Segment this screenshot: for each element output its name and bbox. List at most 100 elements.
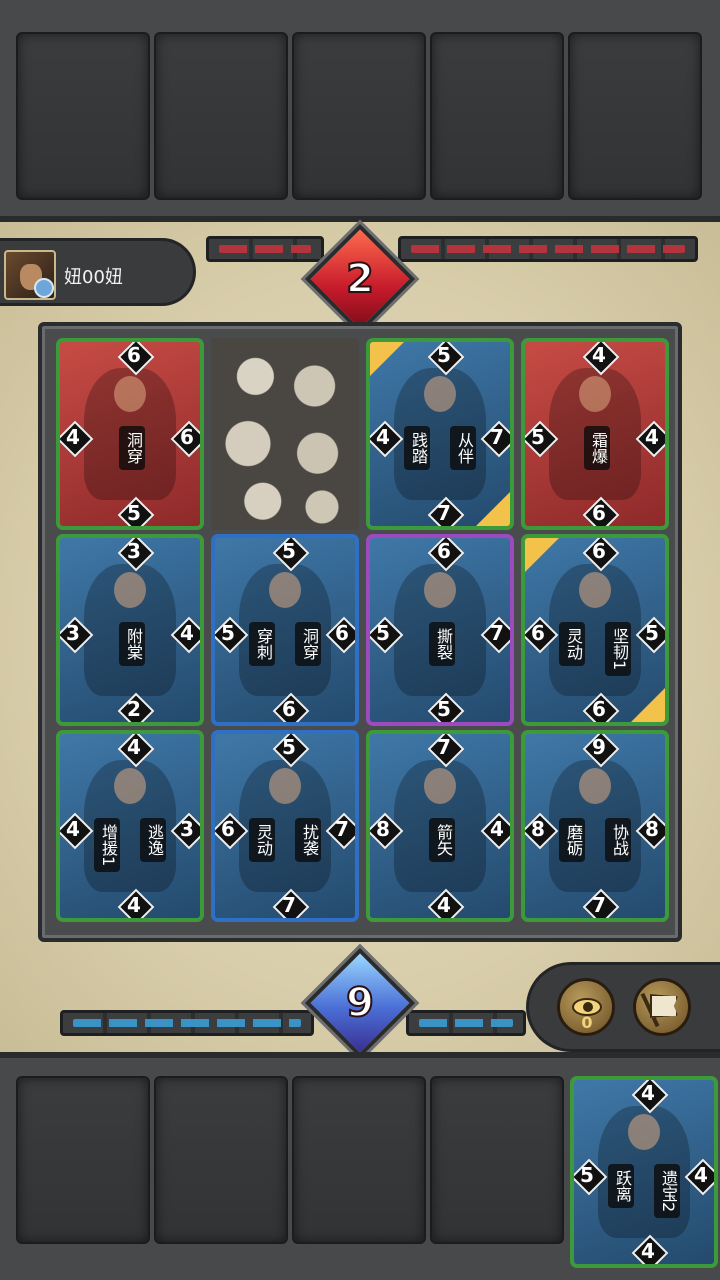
stat-bottom-value: 6: [592, 697, 606, 721]
opponent-hand-slot: [16, 32, 150, 200]
corner-marker-tl: [525, 538, 559, 572]
stat-right: 7: [482, 618, 510, 648]
ability-label: 灵动: [559, 622, 585, 666]
hand-card-1[interactable]: 4 4 5 4 跃离 遗宝2: [570, 1076, 718, 1268]
board-card-6[interactable]: 5 6 5 6 穿刺 洞穿: [211, 534, 359, 726]
stat-top-value: 6: [437, 539, 451, 563]
blocked-stone-tile: [211, 338, 359, 530]
stat-top-value: 7: [437, 735, 451, 759]
stat-top: 4: [584, 342, 614, 370]
ability-label: 箭矢: [429, 818, 455, 862]
stat-bottom-value: 7: [282, 893, 296, 917]
stat-left-value: 8: [531, 817, 545, 841]
board-card-11[interactable]: 7 4 8 4 箭矢: [366, 730, 514, 922]
stat-bottom: 7: [274, 890, 304, 918]
board-card-9[interactable]: 4 4 4 3 增援1 逃逸: [56, 730, 204, 922]
player-score: 9: [345, 979, 375, 1027]
ability-label: 洞穿: [119, 426, 145, 470]
board-card-5[interactable]: 3 2 3 4 附棠: [56, 534, 204, 726]
stat-left-value: 5: [376, 621, 390, 645]
stat-right-value: 7: [335, 817, 349, 841]
surrender-button[interactable]: [633, 978, 691, 1036]
stat-bottom: 4: [119, 890, 149, 918]
ability-label: 逃逸: [140, 818, 166, 862]
stat-bottom: 5: [119, 498, 149, 526]
stat-bottom-value: 4: [641, 1239, 655, 1263]
stat-left: 5: [215, 618, 243, 648]
opponent-hand-slot: [430, 32, 564, 200]
stat-top: 4: [119, 734, 149, 762]
board-card-3[interactable]: 5 7 4 7 践踏 从伴: [366, 338, 514, 530]
stat-right-value: 8: [645, 817, 659, 841]
stat-left: 5: [574, 1160, 602, 1190]
stat-left: 4: [60, 814, 88, 844]
stat-top-value: 5: [437, 343, 451, 367]
ability-label: 灵动: [249, 818, 275, 862]
stat-top: 3: [119, 538, 149, 566]
stat-left: 3: [60, 618, 88, 648]
player-hand-slot[interactable]: [430, 1076, 564, 1244]
board-card-7[interactable]: 6 5 5 7 撕裂: [366, 534, 514, 726]
player-deco-bar-right: [406, 1010, 526, 1036]
stat-bottom-value: 7: [592, 893, 606, 917]
stat-left-value: 3: [66, 621, 80, 645]
stat-left-value: 4: [66, 817, 80, 841]
avatar-badge-icon: [34, 278, 54, 298]
stat-bottom-value: 4: [437, 893, 451, 917]
player-hand-slot[interactable]: [292, 1076, 426, 1244]
stat-top-value: 5: [282, 539, 296, 563]
stat-right: 4: [637, 422, 665, 452]
ability-label: 增援1: [94, 818, 120, 873]
board-card-10[interactable]: 5 7 6 7 灵动 扰袭: [211, 730, 359, 922]
opponent-score: 2: [345, 255, 375, 303]
ability-label: 磨砺: [559, 818, 585, 862]
opponent-deco-bar-right: [398, 236, 698, 262]
stat-bottom: 7: [429, 498, 459, 526]
stat-right: 4: [686, 1160, 714, 1190]
stat-right: 7: [482, 422, 510, 452]
corner-marker-tl: [370, 342, 404, 376]
opponent-hand-area: [0, 0, 720, 222]
ability-label: 洞穿: [295, 622, 321, 666]
opponent-hand-slot: [292, 32, 426, 200]
opponent-avatar[interactable]: [4, 250, 56, 300]
stat-top: 7: [429, 734, 459, 762]
stat-left-value: 5: [531, 425, 545, 449]
stat-bottom: 2: [119, 694, 149, 722]
stat-right-value: 6: [180, 425, 194, 449]
stat-left-value: 6: [531, 621, 545, 645]
board-card-8[interactable]: 6 6 6 5 灵动 坚韧1: [521, 534, 669, 726]
stat-left: 4: [60, 422, 88, 452]
stat-right-value: 4: [180, 621, 194, 645]
stat-left-value: 5: [580, 1163, 594, 1187]
stat-top: 4: [633, 1080, 663, 1108]
stat-bottom-value: 4: [127, 893, 141, 917]
flag-icon: [650, 994, 678, 1018]
ability-label: 穿刺: [249, 622, 275, 666]
player-hand-slot[interactable]: [154, 1076, 288, 1244]
action-controls: 0: [526, 962, 720, 1052]
stat-right: 6: [172, 422, 200, 452]
stat-top-value: 3: [127, 539, 141, 563]
board-card-1[interactable]: 6 5 4 6 洞穿: [56, 338, 204, 530]
view-button[interactable]: 0: [557, 978, 615, 1036]
stat-left-value: 4: [376, 425, 390, 449]
stat-left: 5: [370, 618, 398, 648]
stat-top-value: 4: [127, 735, 141, 759]
stat-bottom: 6: [274, 694, 304, 722]
stat-right: 8: [637, 814, 665, 844]
opponent-hand-slot: [568, 32, 702, 200]
stat-left: 8: [370, 814, 398, 844]
stat-bottom-value: 2: [127, 697, 141, 721]
stat-right: 7: [327, 814, 355, 844]
stat-top-value: 9: [592, 735, 606, 759]
ability-label: 遗宝2: [654, 1164, 680, 1219]
stat-bottom-value: 5: [127, 501, 141, 525]
opponent-hand-slot: [154, 32, 288, 200]
stat-top: 6: [429, 538, 459, 566]
player-hand-slot[interactable]: [16, 1076, 150, 1244]
stat-right-value: 7: [490, 621, 504, 645]
board-card-12[interactable]: 9 7 8 8 磨砺 协战: [521, 730, 669, 922]
stat-bottom-value: 5: [437, 697, 451, 721]
board-card-4[interactable]: 4 6 5 4 霜爆: [521, 338, 669, 530]
